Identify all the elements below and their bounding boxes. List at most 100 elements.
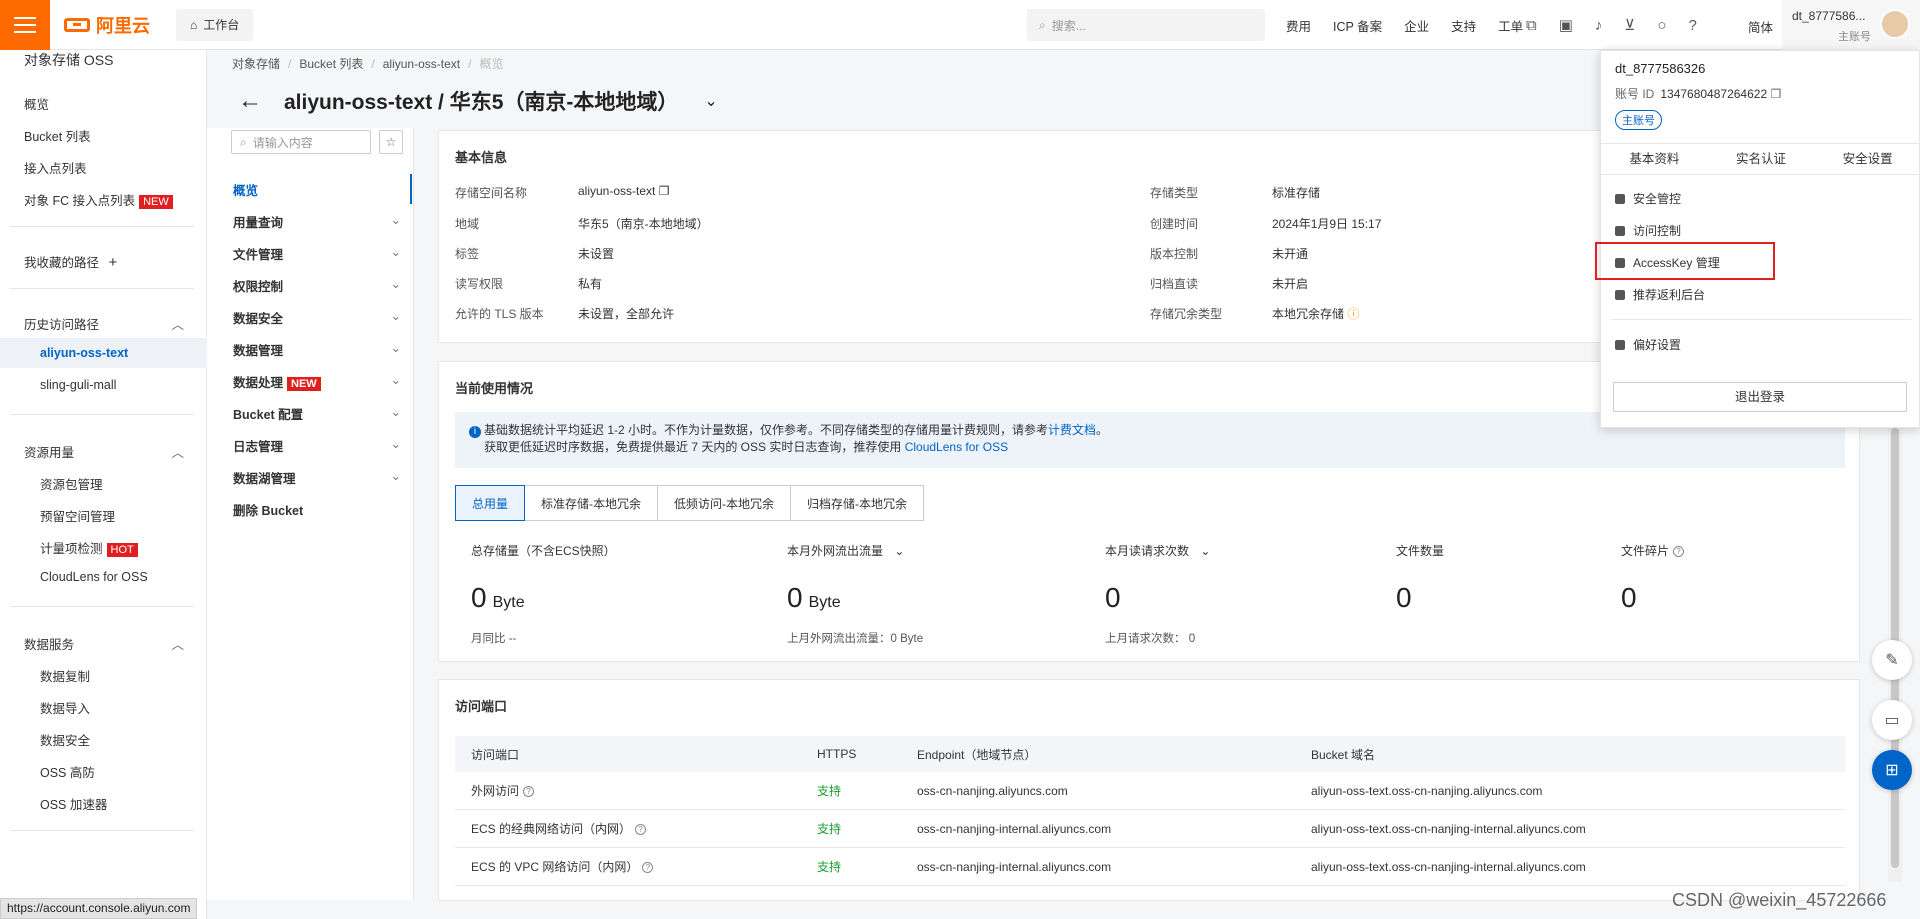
logo[interactable]: 阿里云	[64, 12, 150, 38]
history-item-sling-guli-mall[interactable]: sling-guli-mall	[40, 378, 116, 392]
metric-label[interactable]: 本月外网流出流量 ⌄	[787, 542, 904, 559]
chevron-down-icon[interactable]: ⌄	[704, 91, 717, 111]
subnav-files[interactable]: 文件管理 ⌄	[233, 244, 401, 263]
breadcrumb-item[interactable]: Bucket 列表	[299, 57, 363, 71]
subnav-search-input[interactable]: ⌕ 请输入内容	[231, 130, 371, 154]
tab-verification[interactable]: 实名认证	[1708, 144, 1815, 174]
metric-number: 0	[471, 582, 487, 613]
metric-label: 文件数量	[1396, 544, 1445, 558]
apps-icon[interactable]: ⊞	[1872, 750, 1912, 790]
sidebar-item-bucket-list[interactable]: Bucket 列表	[24, 126, 91, 145]
account-menu[interactable]: dt_8777586... 主账号	[1782, 0, 1920, 50]
data-item-ddos[interactable]: OSS 高防	[40, 762, 95, 781]
nav-enterprise[interactable]: 企业	[1404, 16, 1429, 35]
plus-icon[interactable]: +	[109, 254, 118, 271]
breadcrumb-separator: /	[468, 57, 472, 71]
subnav-permissions[interactable]: 权限控制 ⌄	[233, 276, 401, 295]
resource-item-cloudlens[interactable]: CloudLens for OSS	[40, 570, 148, 584]
menu-label: 安全管控	[1633, 192, 1682, 206]
menu-referral[interactable]: 推荐返利后台	[1615, 286, 1705, 303]
breadcrumb-item[interactable]: aliyun-oss-text	[383, 57, 460, 71]
tab-standard[interactable]: 标准存储-本地冗余	[525, 485, 659, 521]
terminal-icon[interactable]: ▣	[1559, 16, 1573, 34]
help-icon[interactable]: ?	[1673, 546, 1685, 558]
divider	[10, 606, 194, 607]
bulb-icon[interactable]: ○	[1657, 17, 1666, 34]
sidebar-favorites[interactable]: 我收藏的路径 +	[24, 252, 117, 271]
subnav-usage[interactable]: 用量查询 ⌄	[233, 212, 401, 231]
arrow-left-icon[interactable]: ←	[238, 87, 262, 115]
breadcrumb-item[interactable]: 对象存储	[232, 57, 280, 71]
account-role: 主账号	[1838, 31, 1871, 43]
subnav-data-security[interactable]: 数据安全 ⌄	[233, 308, 401, 327]
copy-icon[interactable]: ❐	[1770, 87, 1781, 101]
resource-item-packages[interactable]: 资源包管理	[40, 474, 103, 493]
chevron-down-icon: ⌄	[390, 469, 401, 483]
sidebar-item-fc-access-points[interactable]: 对象 FC 接入点列表 NEW	[24, 190, 173, 209]
bell-icon[interactable]: ♪	[1595, 17, 1603, 34]
cell: oss-cn-nanjing-internal.aliyuncs.com	[917, 821, 1112, 836]
info-icon[interactable]: ⓘ	[1347, 307, 1359, 321]
code-icon[interactable]: ⧉	[1526, 17, 1537, 34]
copy-icon[interactable]: ❐	[659, 184, 670, 198]
help-icon[interactable]: ?	[642, 862, 654, 874]
workbench-button[interactable]: ⌂ 工作台	[176, 8, 254, 41]
search-input[interactable]: ⌕ 搜索...	[1027, 9, 1265, 41]
menu-icon[interactable]	[0, 0, 50, 50]
data-item-accelerator[interactable]: OSS 加速器	[40, 794, 107, 813]
role-badge: 主账号	[1615, 110, 1662, 130]
nav-ticket[interactable]: 工单	[1498, 16, 1523, 35]
tab-profile[interactable]: 基本资料	[1601, 144, 1708, 174]
menu-preferences[interactable]: 偏好设置	[1615, 336, 1681, 353]
metric-label[interactable]: 本月读请求次数 ⌄	[1105, 542, 1210, 559]
logout-button[interactable]: 退出登录	[1613, 382, 1907, 412]
resource-group[interactable]: 资源用量 ︿	[24, 442, 184, 461]
subnav-delete-bucket[interactable]: 删除 Bucket	[233, 500, 401, 519]
menu-label: 偏好设置	[1633, 338, 1682, 352]
language-switch[interactable]: 简体	[1748, 17, 1773, 36]
help-icon[interactable]: ?	[635, 824, 647, 836]
menu-access-control[interactable]: 访问控制	[1615, 222, 1681, 239]
sidebar-item-access-points[interactable]: 接入点列表	[24, 158, 87, 177]
account-id-value: 1347680487264622	[1660, 87, 1768, 101]
data-item-replication[interactable]: 数据复制	[40, 666, 90, 685]
cloudlens-link[interactable]: CloudLens for OSS	[905, 440, 1008, 454]
new-badge: NEW	[287, 377, 321, 391]
cart-icon[interactable]: ⊻	[1624, 16, 1635, 34]
sidebar-item-overview[interactable]: 概览	[24, 94, 49, 113]
resource-item-metering[interactable]: 计量项检测 HOT	[40, 538, 138, 557]
history-item-aliyun-oss-text[interactable]: aliyun-oss-text	[40, 346, 128, 360]
sidebar: 对象存储 OSS 概览 Bucket 列表 接入点列表 对象 FC 接入点列表 N…	[0, 50, 207, 919]
subnav-label: 用量查询	[233, 216, 284, 230]
nav-fee[interactable]: 费用	[1286, 16, 1311, 35]
help-icon[interactable]: ?	[1688, 17, 1696, 34]
tab-archive[interactable]: 归档存储-本地冗余	[791, 485, 925, 521]
data-item-security[interactable]: 数据安全	[40, 730, 90, 749]
subnav-logs[interactable]: 日志管理 ⌄	[233, 436, 401, 455]
data-service-group[interactable]: 数据服务 ︿	[24, 634, 184, 653]
tab-security-settings[interactable]: 安全设置	[1814, 144, 1920, 174]
billing-doc-link[interactable]: 计费文档	[1048, 423, 1096, 437]
tab-total[interactable]: 总用量	[455, 485, 526, 521]
resource-item-reserved[interactable]: 预留空间管理	[40, 506, 115, 525]
history-group[interactable]: 历史访问路径 ︿	[24, 314, 184, 333]
highlight-box	[1595, 242, 1775, 280]
nav-icp[interactable]: ICP 备案	[1333, 16, 1382, 35]
subnav-overview[interactable]: 概览	[233, 180, 401, 199]
chevron-down-icon: ⌄	[390, 373, 401, 387]
chat-icon[interactable]: ▭	[1872, 700, 1912, 740]
data-item-import[interactable]: 数据导入	[40, 698, 90, 717]
nav-support[interactable]: 支持	[1451, 16, 1476, 35]
edit-icon[interactable]: ✎	[1872, 640, 1912, 680]
tab-infrequent[interactable]: 低频访问-本地冗余	[658, 485, 792, 521]
subnav-data-management[interactable]: 数据管理 ⌄	[233, 340, 401, 359]
subnav-bucket-config[interactable]: Bucket 配置 ⌄	[233, 404, 401, 423]
menu-security-control[interactable]: 安全管控	[1615, 190, 1681, 207]
subnav-data-processing[interactable]: 数据处理 NEW ⌄	[233, 372, 401, 391]
dropdown-tabs: 基本资料 实名认证 安全设置	[1601, 143, 1920, 175]
star-icon[interactable]: ☆	[379, 130, 403, 154]
help-icon[interactable]: ?	[523, 786, 535, 798]
usage-title: 当前使用情况	[455, 381, 534, 396]
subnav-data-lake[interactable]: 数据湖管理 ⌄	[233, 468, 401, 487]
storage-tabs: 总用量 标准存储-本地冗余 低频访问-本地冗余 归档存储-本地冗余	[455, 485, 925, 521]
